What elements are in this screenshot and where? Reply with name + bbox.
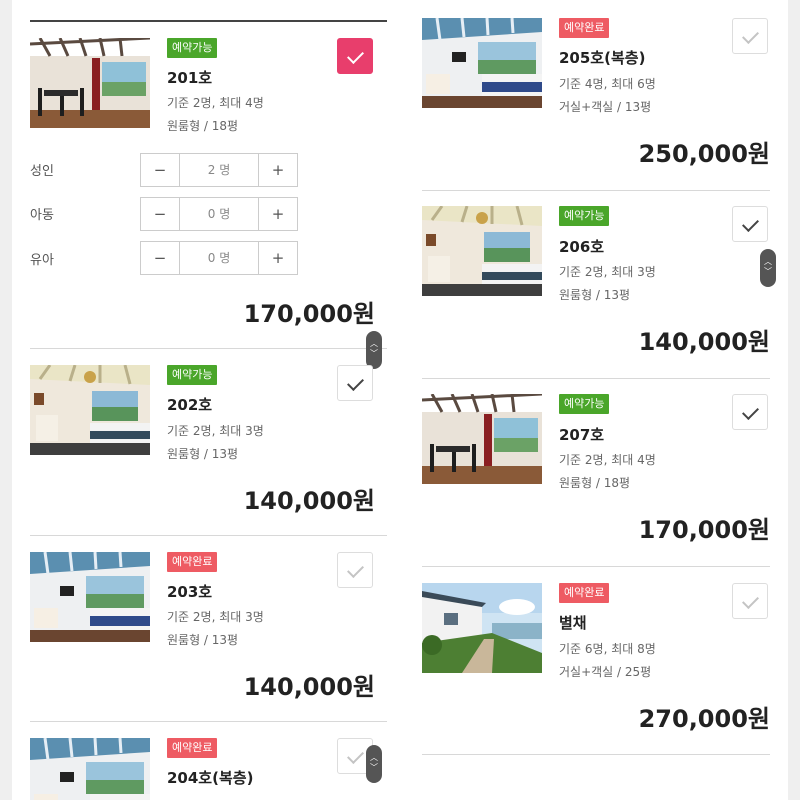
divider [30, 535, 387, 536]
guest-label-infant: 유아 [30, 253, 54, 268]
select-room-checkbox[interactable] [337, 552, 373, 588]
room-price: 140,000원 [243, 673, 375, 701]
room-photo[interactable] [422, 18, 542, 108]
room-capacity: 기준 2명, 최대 3명 [167, 610, 264, 624]
plus-icon[interactable]: + [258, 242, 297, 274]
minus-icon[interactable]: − [141, 198, 180, 230]
room-price: 170,000원 [638, 516, 770, 544]
status-badge: 예약완료 [167, 738, 218, 758]
scroll-handle-icon[interactable]: ︿ ﹀ [366, 745, 382, 783]
room-capacity: 기준 6명, 최대 8명 [559, 642, 656, 656]
room-price: 140,000원 [243, 487, 375, 515]
room-price: 170,000원 [243, 300, 375, 328]
scroll-down-glyph: ﹀ [370, 763, 378, 772]
check-icon [347, 374, 364, 391]
room-price: 270,000원 [638, 705, 770, 733]
scroll-down-glyph: ﹀ [370, 349, 378, 358]
check-icon [347, 47, 364, 64]
room-type: 거실+객실 / 13평 [559, 100, 652, 114]
scroll-up-glyph: ︿ [764, 257, 772, 266]
plus-icon[interactable]: + [258, 198, 297, 230]
room-name: 201호 [167, 69, 213, 87]
divider [422, 754, 770, 755]
status-badge: 예약완료 [167, 552, 218, 572]
room-price: 140,000원 [638, 328, 770, 356]
room-name: 별채 [559, 614, 587, 632]
room-capacity: 기준 2명, 최대 4명 [167, 96, 264, 110]
room-type: 원룸형 / 13평 [559, 288, 631, 302]
scroll-down-glyph: ﹀ [764, 267, 772, 276]
room-type: 원룸형 / 18평 [559, 476, 631, 490]
status-badge: 예약가능 [559, 206, 610, 226]
room-name: 207호 [559, 426, 605, 444]
room-price: 250,000원 [638, 140, 770, 168]
room-type: 원룸형 / 13평 [167, 633, 239, 647]
room-photo[interactable] [422, 394, 542, 484]
infant-count: 0 명 [207, 251, 231, 265]
check-icon [347, 747, 364, 764]
select-room-checkbox[interactable] [732, 394, 768, 430]
check-icon [347, 561, 364, 578]
guest-label-adult: 성인 [30, 164, 54, 179]
status-badge: 예약완료 [559, 18, 610, 38]
scroll-handle-icon[interactable]: ︿ ﹀ [366, 331, 382, 369]
room-list-right: 예약완료 205호(복층) 기준 4명, 최대 6명 거실+객실 / 13평 2… [406, 0, 788, 800]
check-icon [742, 27, 759, 44]
room-capacity: 기준 2명, 최대 4명 [559, 453, 656, 467]
select-room-checkbox[interactable] [337, 365, 373, 401]
room-photo[interactable] [422, 206, 542, 296]
adult-stepper: − 2 명 + [140, 153, 298, 187]
check-icon [742, 215, 759, 232]
room-name: 202호 [167, 396, 213, 414]
minus-icon[interactable]: − [141, 154, 180, 186]
select-room-checkbox[interactable] [337, 38, 373, 74]
room-list-left: 예약가능 201호 기준 2명, 최대 4명 원룸형 / 18평 성인 − 2 … [12, 0, 406, 800]
divider [30, 348, 387, 349]
guest-label-child: 아동 [30, 208, 54, 223]
room-photo[interactable] [30, 738, 150, 800]
divider [422, 378, 770, 379]
check-icon [742, 403, 759, 420]
plus-icon[interactable]: + [258, 154, 297, 186]
room-type: 원룸형 / 18평 [167, 119, 239, 133]
room-photo[interactable] [30, 552, 150, 642]
select-room-checkbox[interactable] [732, 206, 768, 242]
divider [422, 566, 770, 567]
room-name: 203호 [167, 583, 213, 601]
select-room-checkbox[interactable] [732, 18, 768, 54]
status-badge: 예약가능 [559, 394, 610, 414]
select-room-checkbox[interactable] [732, 583, 768, 619]
adult-count: 2 명 [207, 163, 231, 177]
room-capacity: 기준 4명, 최대 6명 [559, 77, 656, 91]
room-capacity: 기준 2명, 최대 3명 [559, 265, 656, 279]
status-badge: 예약가능 [167, 38, 218, 58]
scroll-up-glyph: ︿ [370, 339, 378, 348]
check-icon [742, 592, 759, 609]
child-count: 0 명 [207, 207, 231, 221]
status-badge: 예약가능 [167, 365, 218, 385]
room-photo[interactable] [30, 365, 150, 455]
room-name: 205호(복층) [559, 49, 646, 67]
scroll-handle-icon[interactable]: ︿ ﹀ [760, 249, 776, 287]
room-photo[interactable] [30, 38, 150, 128]
room-type: 거실+객실 / 25평 [559, 665, 652, 679]
room-capacity: 기준 2명, 최대 3명 [167, 424, 264, 438]
room-name: 206호 [559, 238, 605, 256]
top-divider [30, 20, 387, 22]
divider [30, 721, 387, 722]
room-type: 원룸형 / 13평 [167, 447, 239, 461]
infant-stepper: − 0 명 + [140, 241, 298, 275]
minus-icon[interactable]: − [141, 242, 180, 274]
room-photo[interactable] [422, 583, 542, 673]
child-stepper: − 0 명 + [140, 197, 298, 231]
divider [422, 190, 770, 191]
status-badge: 예약완료 [559, 583, 610, 603]
room-name: 204호(복층) [167, 769, 254, 787]
scroll-up-glyph: ︿ [370, 753, 378, 762]
